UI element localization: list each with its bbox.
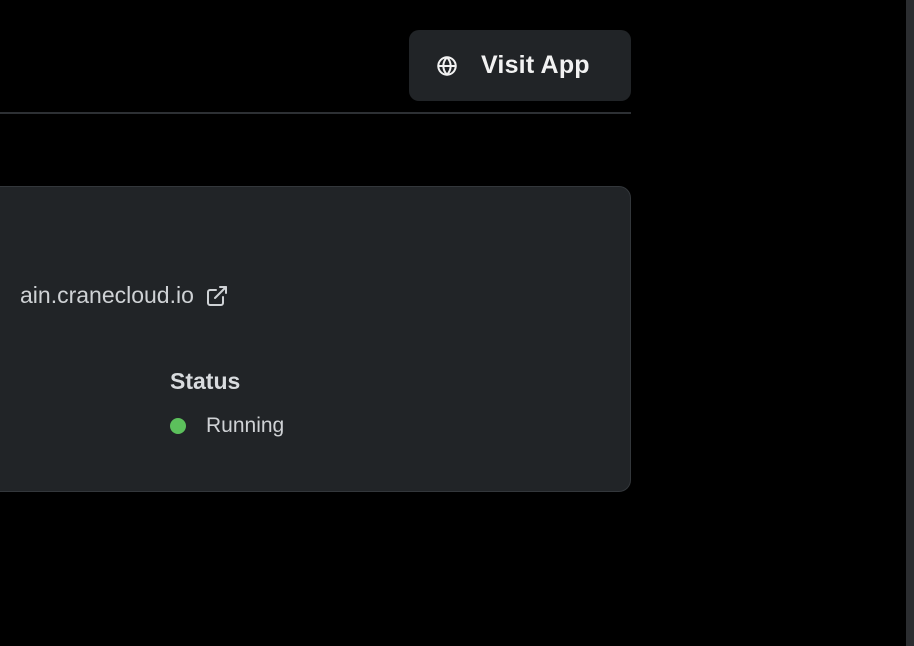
status-heading: Status (170, 368, 241, 394)
app-url-text[interactable]: ain.cranecloud.io (20, 282, 194, 309)
visit-app-button[interactable]: Visit App (409, 30, 631, 101)
header-divider (0, 112, 631, 114)
vertical-scrollbar[interactable] (906, 0, 914, 646)
app-info-card (0, 186, 631, 492)
status-dot-icon (170, 418, 186, 434)
status-value: Running (206, 414, 285, 437)
status-indicator: Running (170, 414, 284, 438)
external-link-icon[interactable] (205, 284, 229, 308)
app-url-link[interactable]: ain.cranecloud.io (20, 282, 229, 309)
app-detail-page: Visit App ain.cranecloud.io Status Runni… (0, 0, 914, 646)
visit-app-label: Visit App (481, 51, 590, 79)
globe-icon (436, 55, 458, 77)
